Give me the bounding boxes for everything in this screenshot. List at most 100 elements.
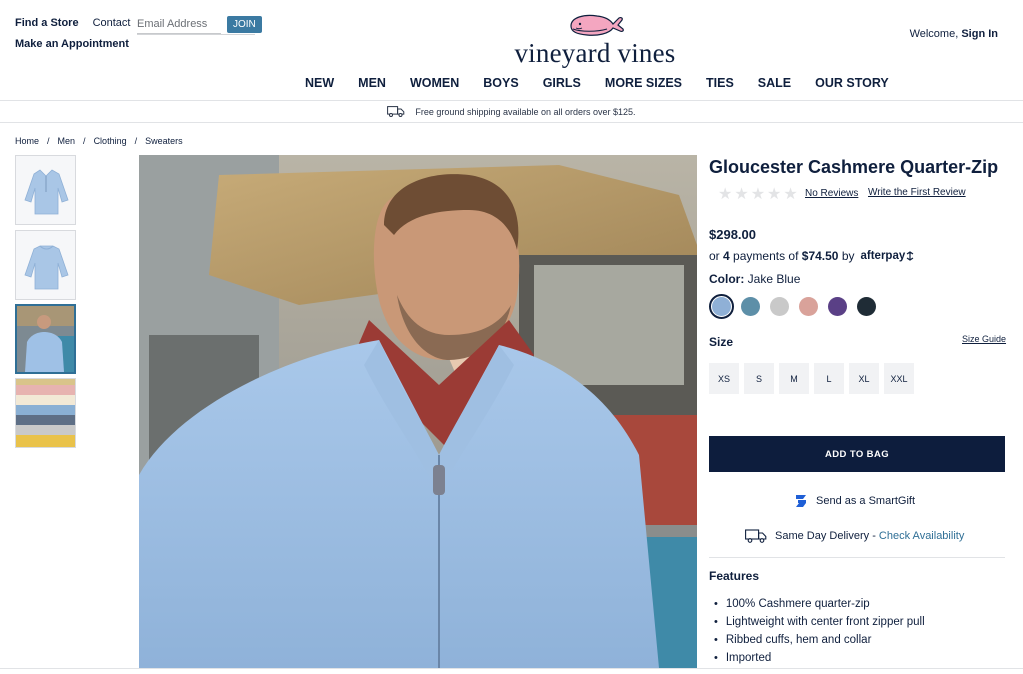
breadcrumb-separator: / [134,136,138,146]
contact-link[interactable]: Contact [93,17,131,29]
same-day-delivery: Same Day Delivery - Check Availability [745,529,964,543]
email-input[interactable] [137,14,221,34]
breadcrumb-separator: / [47,136,50,146]
swatch-dot [741,297,760,316]
star-icon: ★ [783,186,798,203]
size-s-button[interactable]: S [744,363,774,394]
breadcrumb-sweaters[interactable]: Sweaters [145,136,183,146]
smartgift-icon [794,493,808,509]
afterpay-mid: payments of [733,249,799,263]
swatch-jake-blue[interactable] [709,294,734,319]
list-item: 100% Cashmere quarter-zip [714,595,925,613]
swatch-dot [857,297,876,316]
nav-item-women[interactable]: WOMEN [410,76,459,90]
breadcrumb-separator: / [83,136,86,146]
afterpay-prefix: or [709,249,720,263]
product-hero-image [139,155,697,668]
size-options: XS S M L XL XXL [709,363,919,394]
product-price: $298.00 [709,227,756,242]
thumbnail-back[interactable] [15,230,76,300]
features-divider [709,557,1005,558]
size-xs-button[interactable]: XS [709,363,739,394]
model-thumbnail-image [17,306,74,372]
list-item: Lightweight with center front zipper pul… [714,613,925,631]
features-list: 100% Cashmere quarter-zip Lightweight wi… [714,595,925,667]
sweater-front-image [16,156,75,224]
star-icon: ★ [734,186,749,203]
size-label: Size [709,335,734,349]
swatch-dot [712,297,731,316]
color-value: Jake Blue [747,272,801,286]
main-nav: NEW MEN WOMEN BOYS GIRLS MORE SIZES TIES… [305,76,913,90]
nav-item-boys[interactable]: BOYS [483,76,518,90]
thumbnail-front[interactable] [15,155,76,225]
brand-logo[interactable]: vineyard vines [507,8,683,68]
color-selection: Color: Jake Blue [709,272,800,286]
thumbnail-model[interactable] [15,304,76,374]
swatch-pink[interactable] [796,294,821,319]
smartgift-link[interactable]: Send as a SmartGift [794,493,915,509]
breadcrumb-men[interactable]: Men [58,136,76,146]
page-bottom-divider [0,668,1023,669]
nav-item-new[interactable]: NEW [305,76,334,90]
check-availability-link[interactable]: Check Availability [879,530,964,542]
afterpay-by: by [841,249,855,263]
breadcrumb-home[interactable]: Home [15,136,39,146]
nav-item-men[interactable]: MEN [358,76,386,90]
whale-logo-icon [570,14,624,36]
size-xl-button[interactable]: XL [849,363,879,394]
sweater-back-image [16,231,75,299]
nav-item-girls[interactable]: GIRLS [543,76,581,90]
same-day-label: Same Day Delivery - [775,530,876,542]
swatch-dot [770,297,789,316]
star-icon: ★ [767,186,782,203]
features-title: Features [709,569,760,583]
add-to-bag-button[interactable]: ADD TO BAG [709,436,1005,472]
hero-photo [139,155,697,668]
utility-links: Find a Store Contact [15,16,140,30]
email-signup: JOIN [137,14,262,34]
shipping-promo-bar: Free ground shipping available on all or… [0,101,1023,122]
nav-item-ties[interactable]: TIES [706,76,734,90]
breadcrumb: Home / Men / Clothing / Sweaters [15,136,183,146]
product-title: Gloucester Cashmere Quarter-Zip [709,157,999,177]
color-label: Color: [709,272,745,286]
truck-icon [387,106,405,117]
make-appointment-link[interactable]: Make an Appointment [15,38,129,50]
swatch-navy[interactable] [854,294,879,319]
size-l-button[interactable]: L [814,363,844,394]
nav-item-more-sizes[interactable]: MORE SIZES [605,76,682,90]
afterpay-arrows-icon [906,251,914,261]
afterpay-count: 4 [723,249,730,263]
breadcrumb-clothing[interactable]: Clothing [94,136,127,146]
list-item: Imported [714,649,925,667]
size-m-button[interactable]: M [779,363,809,394]
afterpay-installments: or 4 payments of $74.50 by afterpay [709,249,915,263]
delivery-truck-icon [745,529,767,543]
list-item: Ribbed cuffs, hem and collar [714,631,925,649]
shipping-promo-text: Free ground shipping available on all or… [415,106,636,117]
sweater-stack-image [16,379,75,447]
sign-in-link[interactable]: Sign In [961,28,998,40]
find-store-link[interactable]: Find a Store [15,17,79,29]
no-reviews-link[interactable]: No Reviews [805,188,858,199]
size-xxl-button[interactable]: XXL [884,363,914,394]
email-underline [137,34,255,35]
star-icon: ★ [718,186,733,203]
join-button[interactable]: JOIN [227,15,262,33]
swatch-gray[interactable] [767,294,792,319]
thumbnail-stack[interactable] [15,378,76,448]
rating-stars: ★ ★ ★ ★ ★ [718,184,800,204]
brand-wordmark: vineyard vines [514,38,676,68]
size-guide-link[interactable]: Size Guide [962,334,1006,344]
write-review-link[interactable]: Write the First Review [868,187,966,198]
swatch-dot [828,297,847,316]
promo-divider [0,122,1023,123]
swatch-purple[interactable] [825,294,850,319]
swatch-teal[interactable] [738,294,763,319]
nav-item-our-story[interactable]: OUR STORY [815,76,889,90]
account-welcome: Welcome, Sign In [910,28,998,40]
nav-item-sale[interactable]: SALE [758,76,791,90]
afterpay-logo[interactable]: afterpay [861,250,916,262]
afterpay-amount: $74.50 [801,249,839,263]
